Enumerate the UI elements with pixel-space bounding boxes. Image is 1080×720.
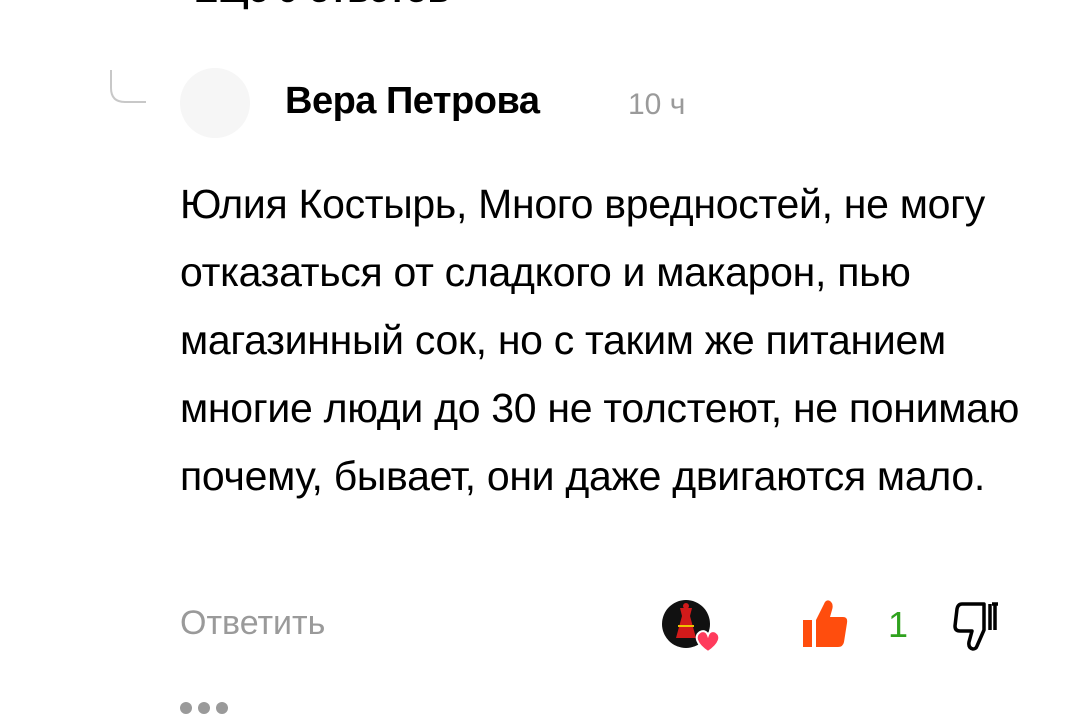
chevron-down-icon	[118, 0, 158, 10]
reaction-avatar-icon[interactable]	[660, 598, 724, 656]
comment-time: 10 ч	[628, 88, 686, 121]
more-replies-toggle[interactable]: Ещё 9 ответов	[118, 0, 450, 10]
thumbs-up-icon[interactable]	[800, 598, 850, 650]
more-dots-icon[interactable]	[180, 696, 236, 720]
comment-thread: Ещё 9 ответов Вера Петрова 10 ч Юлия Кос…	[0, 0, 1080, 720]
comment-text: Юлия Костырь, Много вредностей, не могу …	[180, 181, 1020, 499]
reply-button[interactable]: Ответить	[180, 604, 325, 643]
more-replies-label: Ещё 9 ответов	[194, 0, 450, 11]
comment-author[interactable]: Вера Петрова	[285, 80, 540, 123]
avatar[interactable]	[180, 68, 250, 138]
thread-connector-icon	[110, 70, 146, 103]
like-count: 1	[888, 604, 909, 645]
thumbs-down-icon[interactable]	[952, 600, 1002, 652]
